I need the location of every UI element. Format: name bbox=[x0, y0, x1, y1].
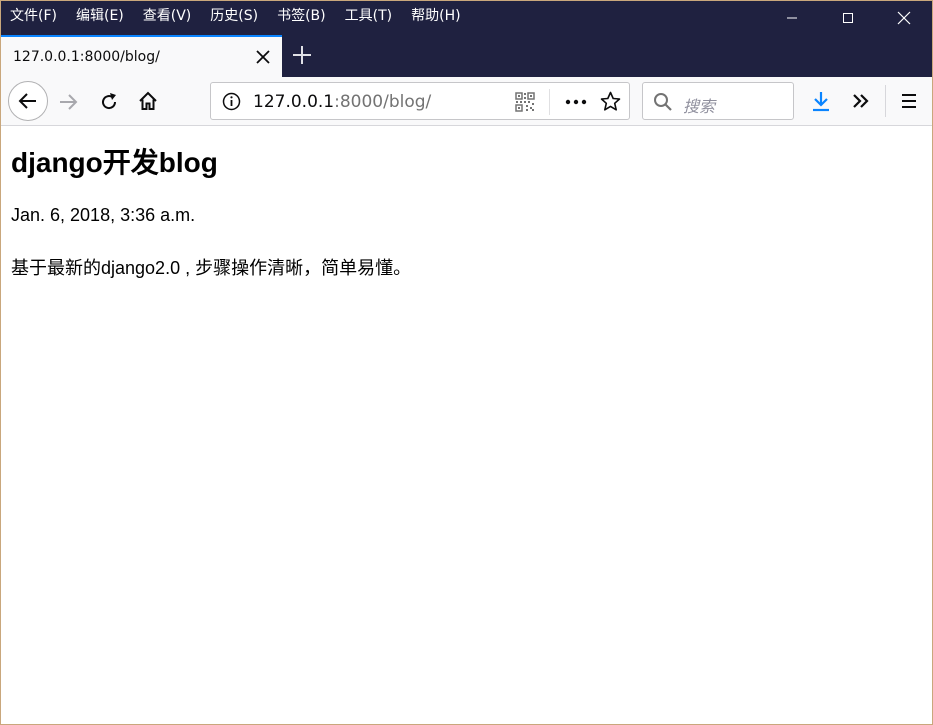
overflow-chevron-icon bbox=[853, 94, 869, 108]
overflow-button[interactable] bbox=[848, 88, 874, 114]
menu-help[interactable]: 帮助(H) bbox=[411, 7, 460, 25]
post-body: 基于最新的django2.0 , 步骤操作清晰，简单易懂。 bbox=[11, 258, 412, 278]
browser-window: 文件(F) 编辑(E) 查看(V) 历史(S) 书签(B) 工具(T) 帮助(H… bbox=[0, 0, 933, 725]
download-icon bbox=[813, 92, 829, 112]
search-icon bbox=[654, 93, 672, 111]
menu-tools[interactable]: 工具(T) bbox=[345, 7, 392, 25]
menu-bar: 文件(F) 编辑(E) 查看(V) 历史(S) 书签(B) 工具(T) 帮助(H… bbox=[10, 7, 480, 25]
tab-title: 127.0.0.1:8000/blog/ bbox=[13, 49, 160, 65]
reload-icon bbox=[102, 93, 117, 110]
info-icon[interactable] bbox=[222, 92, 241, 111]
menu-file[interactable]: 文件(F) bbox=[10, 7, 57, 25]
forward-button[interactable] bbox=[55, 89, 81, 115]
tab-blog[interactable]: 127.0.0.1:8000/blog/ bbox=[1, 35, 282, 77]
hamburger-menu-icon bbox=[902, 94, 916, 108]
url-bar[interactable]: 127.0.0.1:8000/blog/ bbox=[210, 82, 630, 120]
url-path: :8000/blog/ bbox=[334, 92, 432, 112]
close-icon[interactable] bbox=[254, 48, 272, 66]
home-icon bbox=[139, 91, 157, 110]
close-icon bbox=[897, 11, 911, 25]
maximize-button[interactable] bbox=[820, 1, 876, 35]
search-box[interactable]: 搜索 bbox=[642, 82, 794, 120]
nav-toolbar: 127.0.0.1:8000/blog/ 搜索 bbox=[1, 77, 932, 126]
menu-bookmarks[interactable]: 书签(B) bbox=[277, 7, 326, 25]
post-title: django开发blog bbox=[11, 147, 218, 178]
back-arrow-icon bbox=[18, 93, 36, 109]
minimize-icon bbox=[787, 17, 797, 19]
search-placeholder: 搜索 bbox=[683, 97, 716, 116]
url-text[interactable]: 127.0.0.1:8000/blog/ bbox=[253, 92, 431, 112]
title-bar: 文件(F) 编辑(E) 查看(V) 历史(S) 书签(B) 工具(T) 帮助(H… bbox=[1, 1, 932, 35]
menu-edit[interactable]: 编辑(E) bbox=[76, 7, 124, 25]
close-window-button[interactable] bbox=[876, 1, 932, 35]
url-host: 127.0.0.1 bbox=[253, 92, 335, 112]
back-button[interactable] bbox=[8, 81, 48, 121]
forward-arrow-icon bbox=[60, 94, 78, 110]
menu-view[interactable]: 查看(V) bbox=[143, 7, 192, 25]
menu-history[interactable]: 历史(S) bbox=[210, 7, 258, 25]
page-content: django开发blog Jan. 6, 2018, 3:36 a.m. 基于最… bbox=[1, 127, 932, 724]
plus-icon[interactable] bbox=[291, 44, 313, 66]
tab-strip: 127.0.0.1:8000/blog/ bbox=[1, 35, 932, 77]
home-button[interactable] bbox=[135, 88, 161, 114]
minimize-button[interactable] bbox=[764, 1, 820, 35]
post-date: Jan. 6, 2018, 3:36 a.m. bbox=[11, 205, 196, 225]
maximize-icon bbox=[843, 13, 853, 23]
qr-code-icon[interactable] bbox=[515, 92, 535, 112]
reload-button[interactable] bbox=[96, 89, 122, 115]
star-icon[interactable] bbox=[600, 91, 621, 112]
more-dots-icon[interactable] bbox=[565, 98, 587, 106]
main-menu-button[interactable] bbox=[896, 88, 922, 114]
downloads-button[interactable] bbox=[808, 88, 834, 114]
url-bar-divider bbox=[549, 89, 550, 115]
toolbar-divider bbox=[885, 85, 886, 117]
